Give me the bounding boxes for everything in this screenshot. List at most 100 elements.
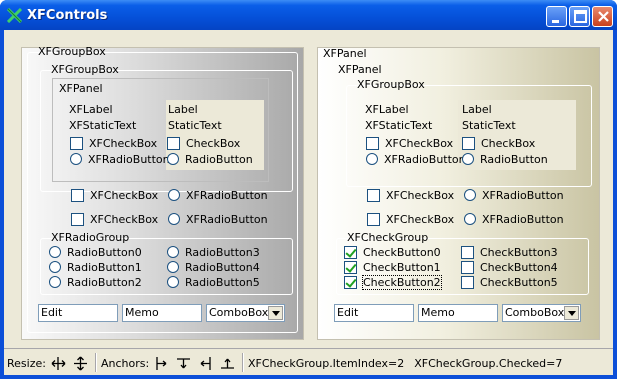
minimize-button[interactable]	[546, 6, 567, 27]
checkgroup-item-1[interactable]: CheckButton1	[344, 260, 441, 274]
xfcheckbox-inner[interactable]: XFCheckBox	[366, 136, 453, 150]
xfcheckbox-row2[interactable]: XFCheckBox	[71, 212, 158, 226]
radiogroup-item-3[interactable]: RadioButton3	[167, 245, 260, 259]
radio-label: XFRadioButton	[482, 212, 564, 226]
xfstatictext-caption: XFStaticText	[69, 119, 137, 132]
radio-label: RadioButton	[480, 152, 548, 166]
combobox-dropdown-button[interactable]	[268, 306, 283, 320]
checkbox-box[interactable]	[71, 188, 84, 202]
xfcheckbox-row1[interactable]: XFCheckBox	[367, 188, 454, 202]
radio-circle[interactable]	[464, 189, 476, 201]
checkbox-box[interactable]	[70, 136, 83, 150]
radio-circle[interactable]	[49, 276, 61, 288]
memo-field[interactable]: Memo	[418, 304, 498, 322]
anchor-right-icon[interactable]	[196, 354, 215, 373]
radio-label: RadioButton5	[185, 275, 260, 289]
xfradiobutton-row2[interactable]: XFRadioButton	[168, 212, 268, 226]
checkbox-label: XFCheckBox	[90, 212, 159, 226]
checkbox-box[interactable]	[461, 260, 474, 274]
checkbox-label: XFCheckBox	[386, 188, 455, 202]
xfradiobutton-inner[interactable]: XFRadioButton	[70, 152, 170, 166]
checkbox-box[interactable]	[462, 136, 475, 150]
checkgroup-item-2[interactable]: CheckButton2	[344, 274, 442, 290]
radio-circle[interactable]	[49, 246, 61, 258]
xfradiobutton-row1[interactable]: XFRadioButton	[464, 188, 564, 202]
combobox[interactable]: ComboBox	[502, 304, 581, 322]
radio-circle[interactable]	[167, 276, 179, 288]
xflabel-caption: XFLabel	[69, 103, 113, 116]
radiogroup-item-4[interactable]: RadioButton4	[167, 260, 260, 274]
right-panel: XFPanel XFPanel XFGroupBox XFLabel Label…	[317, 47, 600, 340]
radio-circle[interactable]	[167, 246, 179, 258]
checkbox-inner[interactable]: CheckBox	[167, 136, 240, 150]
checkbox-box[interactable]	[344, 260, 357, 274]
radio-circle[interactable]	[168, 189, 180, 201]
checkbox-box[interactable]	[367, 188, 380, 202]
anchor-top-icon[interactable]	[174, 354, 193, 373]
radio-label: RadioButton	[185, 152, 253, 166]
anchor-left-icon[interactable]	[152, 354, 171, 373]
maximize-icon	[574, 10, 587, 23]
xfradiobutton-row2[interactable]: XFRadioButton	[464, 212, 564, 226]
anchors-label: Anchors:	[101, 356, 150, 370]
checkbox-box[interactable]	[71, 212, 84, 226]
checkbox-box[interactable]	[167, 136, 180, 150]
combobox[interactable]: ComboBox	[206, 304, 285, 322]
combobox-dropdown-button[interactable]	[564, 306, 579, 320]
radio-circle[interactable]	[70, 153, 82, 165]
checkbox-label: CheckButton4	[480, 260, 558, 274]
xfpanel-title: XFPanel	[59, 82, 103, 95]
checkgroup-item-0[interactable]: CheckButton0	[344, 245, 441, 259]
radio-circle[interactable]	[366, 153, 378, 165]
radiogroup-item-1[interactable]: RadioButton1	[49, 260, 142, 274]
close-button[interactable]	[592, 6, 613, 27]
checkbox-box[interactable]	[344, 245, 357, 259]
checkbox-box[interactable]	[461, 245, 474, 259]
radio-label: XFRadioButton	[88, 152, 170, 166]
checkbox-label: CheckBox	[186, 136, 241, 150]
checkbox-box[interactable]	[344, 275, 357, 289]
xfcheckbox-row1[interactable]: XFCheckBox	[71, 188, 158, 202]
memo-field[interactable]: Memo	[122, 304, 202, 322]
radiogroup-item-0[interactable]: RadioButton0	[49, 245, 142, 259]
edit-field[interactable]: Edit	[38, 304, 118, 322]
radiogroup-item-5[interactable]: RadioButton5	[167, 275, 260, 289]
xfcheckbox-row2[interactable]: XFCheckBox	[367, 212, 454, 226]
radiobutton-inner[interactable]: RadioButton	[167, 152, 253, 166]
checkgroup-title: XFCheckGroup	[347, 231, 429, 244]
chevron-down-icon	[271, 310, 280, 316]
resize-horizontal-icon[interactable]	[49, 354, 68, 373]
radio-circle[interactable]	[464, 213, 476, 225]
checkbox-label: XFCheckBox	[385, 136, 454, 150]
xfradiobutton-row1[interactable]: XFRadioButton	[168, 188, 268, 202]
maximize-button[interactable]	[569, 6, 590, 27]
window-title: XFControls	[27, 8, 108, 23]
xfcheckbox-inner[interactable]: XFCheckBox	[70, 136, 157, 150]
checkbox-box[interactable]	[366, 136, 379, 150]
radio-circle[interactable]	[167, 153, 179, 165]
radio-circle[interactable]	[49, 261, 61, 273]
close-icon	[598, 11, 609, 22]
groupbox-inner-title: XFGroupBox	[51, 63, 119, 76]
radiogroup-item-2[interactable]: RadioButton2	[49, 275, 142, 289]
resize-vertical-icon[interactable]	[71, 354, 90, 373]
checkgroup-item-5[interactable]: CheckButton5	[461, 275, 558, 289]
radio-circle[interactable]	[462, 153, 474, 165]
checkgroup-item-3[interactable]: CheckButton3	[461, 245, 558, 259]
checkbox-box[interactable]	[367, 212, 380, 226]
status-info: XFCheckGroup.ItemIndex=2 XFCheckGroup.Ch…	[248, 353, 562, 373]
radio-circle[interactable]	[168, 213, 180, 225]
edit-field[interactable]: Edit	[334, 304, 414, 322]
checkbox-box[interactable]	[461, 275, 474, 289]
anchor-bottom-icon[interactable]	[218, 354, 237, 373]
radio-circle[interactable]	[167, 261, 179, 273]
checkbox-label: XFCheckBox	[89, 136, 158, 150]
checkgroup-item-4[interactable]: CheckButton4	[461, 260, 558, 274]
groupbox-outer-title: XFGroupBox	[38, 45, 106, 58]
label-value: Label	[462, 103, 492, 116]
title-bar[interactable]: XFControls	[0, 0, 617, 30]
checkbox-inner[interactable]: CheckBox	[462, 136, 535, 150]
radiobutton-inner[interactable]: RadioButton	[462, 152, 548, 166]
xfradiobutton-inner[interactable]: XFRadioButton	[366, 152, 466, 166]
resize-section: Resize:	[7, 353, 90, 373]
